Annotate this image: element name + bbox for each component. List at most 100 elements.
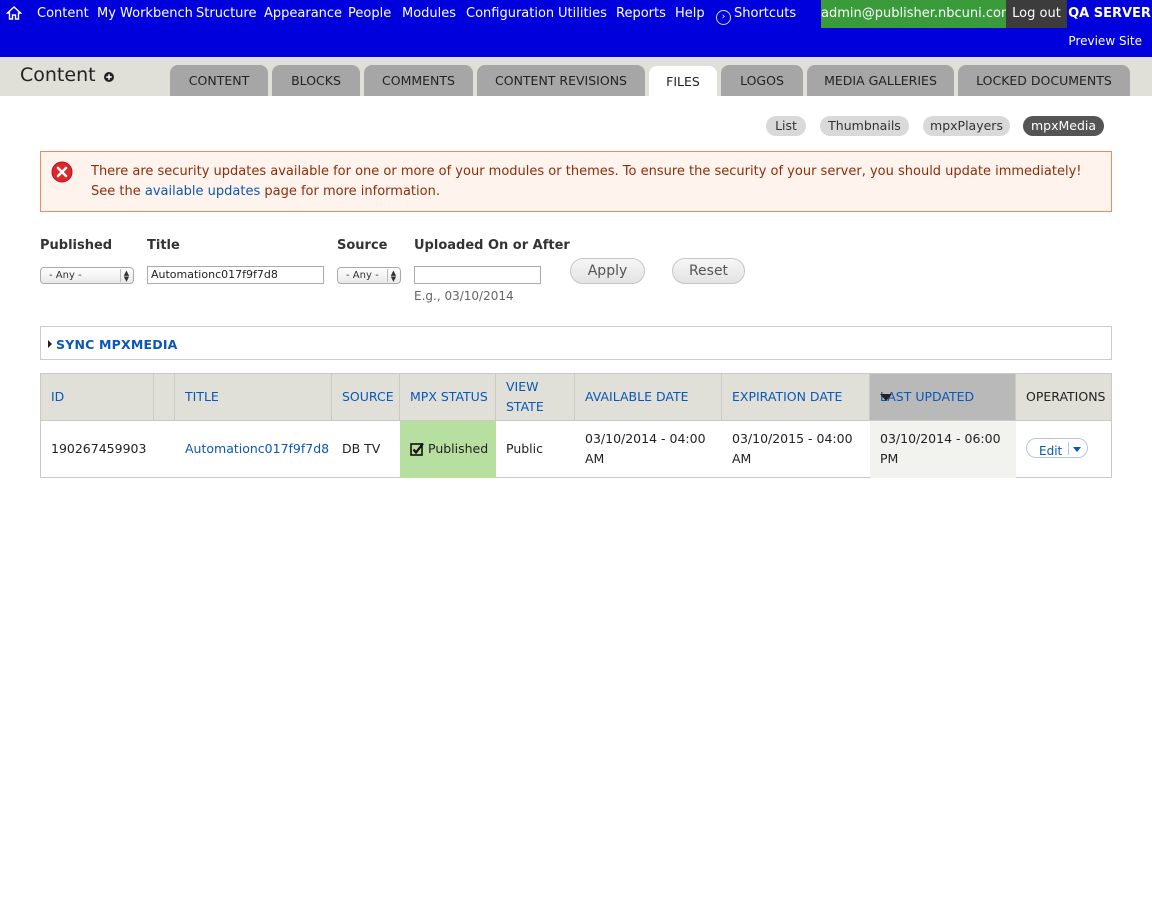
row-title-link[interactable]: Automationc017f9f7d8 — [185, 441, 329, 456]
cell-title: Automationc017f9f7d8 — [175, 420, 332, 478]
row-id: 190267459903 — [51, 441, 147, 456]
header-source[interactable]: Source — [332, 374, 400, 420]
cell-last-updated: 03/10/2014 - 06:00 PM — [870, 420, 1016, 478]
header-id[interactable]: ID — [41, 374, 154, 420]
header-expiration-date-label[interactable]: Expiration Date — [732, 389, 842, 404]
sync-mpxmedia-fieldset[interactable]: SYNC MPXMEDIA — [40, 326, 1112, 360]
error-icon — [51, 161, 73, 183]
cell-view-state: Public — [496, 420, 575, 478]
header-last-updated-label[interactable]: Last Updated — [880, 389, 974, 404]
source-filter-value: - Any - — [346, 270, 379, 281]
header-view-state-line2[interactable]: State — [506, 399, 544, 414]
header-mpx-status-label[interactable]: MPX Status — [410, 389, 488, 404]
toolbar-item-utilities[interactable]: Utilities — [558, 6, 607, 21]
preview-site-link[interactable]: Preview Site — [1068, 34, 1142, 48]
dropdown-caret-icon[interactable] — [1073, 447, 1081, 452]
row-source: DB TV — [342, 441, 381, 456]
row-expiration-date-line2: AM — [732, 451, 752, 466]
header-last-updated[interactable]: Last Updated — [870, 374, 1016, 420]
apply-button[interactable]: Apply — [570, 258, 645, 284]
tab-content-revisions[interactable]: Content Revisions — [477, 65, 645, 96]
mpx-media-table: ID Title Source MPX Status View State Av… — [40, 373, 1112, 478]
page-title: Content — [20, 64, 96, 86]
toolbar-item-people[interactable]: People — [348, 6, 391, 21]
published-filter-label: Published — [40, 238, 113, 253]
source-filter-label: Source — [337, 238, 388, 253]
header-operations: Operations — [1016, 374, 1111, 420]
cell-mpx-status: Published — [400, 420, 496, 478]
subtab-list[interactable]: List — [766, 116, 806, 136]
reset-button[interactable]: Reset — [672, 258, 745, 284]
add-icon[interactable] — [104, 72, 114, 82]
header-source-label[interactable]: Source — [342, 389, 394, 404]
uploaded-filter-label: Uploaded On or After — [414, 238, 570, 253]
row-available-date-line1: 03/10/2014 - 04:00 — [585, 431, 706, 446]
title-filter-input[interactable]: Automationc017f9f7d8 — [147, 266, 324, 284]
tab-files[interactable]: Files — [649, 66, 717, 96]
toolbar-item-appearance[interactable]: Appearance — [264, 6, 342, 21]
header-mpx-status[interactable]: MPX Status — [400, 374, 496, 420]
subtab-mpxmedia[interactable]: mpxMedia — [1023, 116, 1104, 136]
admin-toolbar: Content My Workbench Structure Appearanc… — [0, 0, 1152, 57]
toolbar-item-reports[interactable]: Reports — [616, 6, 666, 21]
header-view-state-line1[interactable]: View — [506, 379, 539, 394]
server-label: QA SERVER — [1068, 6, 1151, 21]
message-text: There are security updates available for… — [91, 162, 1106, 202]
row-view-state: Public — [506, 441, 543, 456]
cell-source: DB TV — [332, 420, 400, 478]
header-view-state[interactable]: View State — [496, 374, 575, 420]
toolbar-item-my-workbench[interactable]: My Workbench — [97, 6, 193, 21]
select-arrows-icon: ▲ ▼ — [120, 269, 132, 283]
select-arrows-icon: ▲ ▼ — [387, 269, 399, 283]
tab-media-galleries[interactable]: Media Galleries — [807, 65, 954, 96]
checkbox-checked-icon — [410, 442, 424, 456]
tab-comments[interactable]: Comments — [364, 65, 473, 96]
header-title-label[interactable]: Title — [185, 389, 219, 404]
header-title[interactable]: Title — [175, 374, 332, 420]
toolbar-item-modules[interactable]: Modules — [402, 6, 456, 21]
sort-desc-icon[interactable] — [880, 394, 892, 401]
shortcuts-toggle[interactable]: › Shortcuts — [716, 6, 796, 25]
edit-button-label[interactable]: Edit — [1039, 441, 1062, 461]
page-header: Content Content Blocks Comments Content … — [0, 57, 1152, 96]
toolbar-item-structure[interactable]: Structure — [196, 6, 256, 21]
toolbar-item-help[interactable]: Help — [675, 6, 705, 21]
tab-blocks[interactable]: Blocks — [272, 65, 360, 96]
available-updates-link[interactable]: available updates — [145, 184, 260, 199]
row-last-updated-line2: PM — [880, 451, 899, 466]
tab-logos[interactable]: Logos — [721, 65, 803, 96]
subtab-thumbnails[interactable]: Thumbnails — [820, 116, 909, 136]
toolbar-item-content[interactable]: Content — [37, 6, 89, 21]
published-filter-value: - Any - — [49, 270, 82, 281]
dropbutton-separator — [1068, 442, 1069, 455]
published-filter-select[interactable]: - Any - ▲ ▼ — [40, 267, 134, 284]
tab-locked-documents[interactable]: Locked Documents — [958, 65, 1130, 96]
message-text-after: page for more information. — [260, 184, 440, 199]
cell-operations: Edit — [1016, 420, 1111, 478]
toolbar-item-configuration[interactable]: Configuration — [466, 6, 554, 21]
row-expiration-date-line1: 03/10/2015 - 04:00 — [732, 431, 853, 446]
header-operations-label: Operations — [1026, 389, 1106, 404]
user-account-link[interactable]: admin@publisher.nbcuni.com — [821, 0, 1014, 28]
uploaded-date-hint: E.g., 03/10/2014 — [414, 289, 514, 303]
header-available-date[interactable]: Available Date — [575, 374, 722, 420]
sync-mpxmedia-label[interactable]: SYNC MPXMEDIA — [56, 337, 178, 352]
uploaded-date-input[interactable] — [414, 266, 541, 284]
row-mpx-status: Published — [428, 441, 489, 456]
logout-button[interactable]: Log out — [1006, 0, 1067, 28]
security-update-message: There are security updates available for… — [40, 151, 1112, 212]
subtab-mpxplayers[interactable]: mpxPlayers — [923, 116, 1010, 136]
collapsed-arrow-icon — [48, 340, 52, 348]
header-thumbnail — [154, 374, 175, 420]
cell-expiration-date: 03/10/2015 - 04:00 AM — [722, 420, 870, 478]
shortcuts-label: Shortcuts — [734, 6, 797, 21]
source-filter-select[interactable]: - Any - ▲ ▼ — [337, 267, 401, 284]
shortcuts-icon: › — [716, 10, 731, 25]
header-id-label[interactable]: ID — [51, 389, 64, 404]
tab-content[interactable]: Content — [170, 65, 268, 96]
header-expiration-date[interactable]: Expiration Date — [722, 374, 870, 420]
home-icon[interactable] — [6, 5, 22, 21]
edit-dropbutton[interactable]: Edit — [1026, 438, 1088, 458]
header-available-date-label[interactable]: Available Date — [585, 389, 688, 404]
cell-available-date: 03/10/2014 - 04:00 AM — [575, 420, 722, 478]
